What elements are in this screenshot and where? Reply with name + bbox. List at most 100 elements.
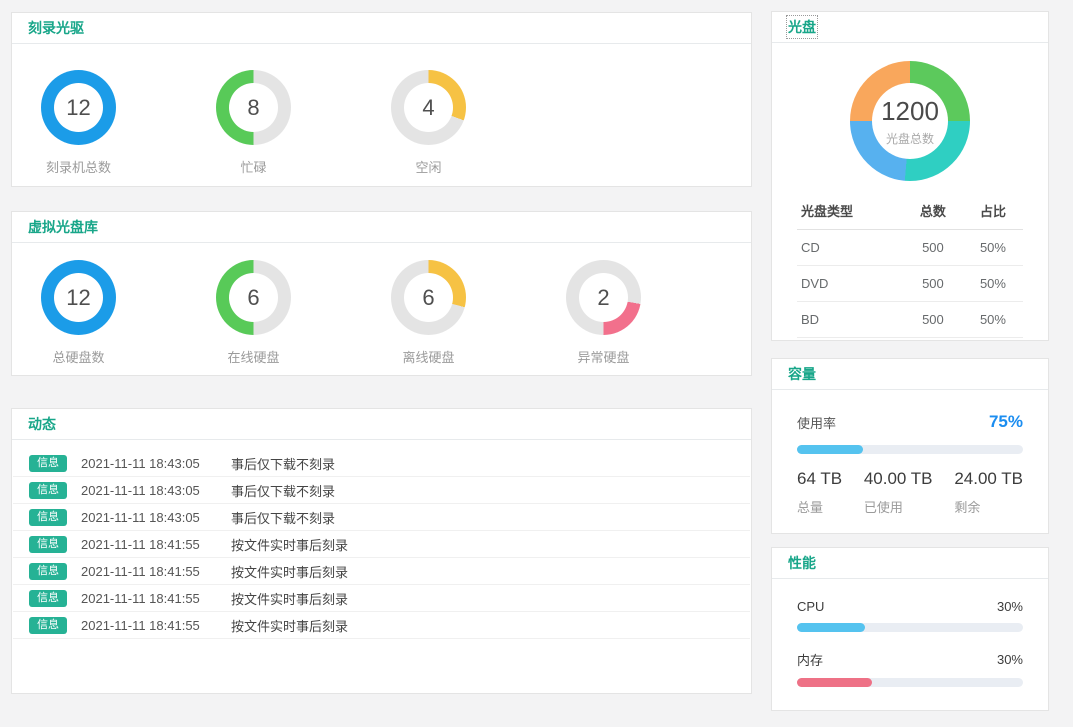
cpu-row: CPU 30%: [797, 599, 1023, 614]
cpu-label: CPU: [797, 599, 824, 614]
performance-body: CPU 30% 内存 30%: [772, 579, 1048, 687]
donut-chart: 6: [216, 260, 291, 335]
memory-row: 内存 30%: [797, 650, 1023, 669]
memory-progressbar-fill: [797, 678, 872, 687]
panel-activity: 动态 信息 2021-11-11 18:43:05 事后仅下载不刻录 信息 20…: [11, 408, 752, 694]
status-badge: 信息: [29, 563, 67, 580]
activity-message: 按文件实时事后刻录: [231, 562, 348, 581]
gauge-disk-abnormal: 2 异常硬盘: [566, 260, 641, 366]
memory-percent: 30%: [997, 652, 1023, 667]
panel-burn-drives: 刻录光驱 12 刻录机总数 8 忙碌 4 空闲: [11, 12, 752, 187]
panel-header: 动态: [12, 409, 751, 440]
activity-row: 信息 2021-11-11 18:41:55 按文件实时事后刻录: [13, 585, 750, 612]
activity-message: 按文件实时事后刻录: [231, 616, 348, 635]
table-row: DVD 500 50%: [797, 266, 1023, 302]
gauge-value: 12: [66, 285, 90, 311]
stat-value: 64 TB: [797, 469, 842, 489]
panel-header: 容量: [772, 359, 1048, 390]
gauge-label: 刻录机总数: [46, 157, 111, 176]
activity-row: 信息 2021-11-11 18:43:05 事后仅下载不刻录: [13, 450, 750, 477]
stat-used: 40.00 TB 已使用: [864, 469, 933, 516]
panel-title-virtual-disc-library[interactable]: 虚拟光盘库: [28, 217, 98, 237]
usage-percent: 75%: [989, 412, 1023, 432]
panel-header: 刻录光驱: [12, 13, 751, 44]
gauge-disk-total: 12 总硬盘数: [41, 260, 116, 366]
gauge-value: 8: [247, 95, 259, 121]
activity-message: 事后仅下载不刻录: [231, 481, 335, 500]
gauge-label: 总硬盘数: [52, 347, 104, 366]
gauge-value: 4: [422, 95, 434, 121]
table-row: CD 500 50%: [797, 230, 1023, 266]
donut-chart: 12: [41, 260, 116, 335]
activity-message: 按文件实时事后刻录: [231, 535, 348, 554]
panel-title-performance[interactable]: 性能: [788, 553, 816, 573]
panel-title-burn-drives[interactable]: 刻录光驱: [28, 18, 84, 38]
panel-title-disc[interactable]: 光盘: [788, 17, 816, 37]
panel-title-activity[interactable]: 动态: [28, 414, 56, 434]
disc-donut-chart: 1200 光盘总数: [772, 43, 1048, 181]
activity-row: 信息 2021-11-11 18:43:05 事后仅下载不刻录: [13, 504, 750, 531]
table-row: BD 500 50%: [797, 302, 1023, 338]
gauge-disk-offline: 6 离线硬盘: [391, 260, 466, 366]
stat-value: 24.00 TB: [954, 469, 1023, 489]
table-cell: 500: [903, 302, 963, 338]
capacity-stats: 64 TB 总量 40.00 TB 已使用 24.00 TB 剩余: [797, 469, 1023, 516]
stat-label: 剩余: [954, 497, 1023, 516]
panel-disc: 光盘 1200 光盘总数 光盘类型 总数 占比 CD 500 50% DVD: [771, 11, 1049, 341]
memory-progressbar: [797, 678, 1023, 687]
donut-chart: 1200 光盘总数: [850, 61, 970, 181]
table-cell: 50%: [963, 302, 1023, 338]
gauge-label: 空闲: [415, 157, 441, 176]
donut-chart: 12: [41, 70, 116, 145]
gauge-burner-idle: 4 空闲: [391, 70, 466, 176]
table-cell: BD: [797, 302, 903, 338]
gauge-value: 6: [422, 285, 434, 311]
burner-gauges: 12 刻录机总数 8 忙碌 4 空闲: [12, 44, 751, 176]
status-badge: 信息: [29, 455, 67, 472]
table-cell: CD: [797, 230, 903, 266]
gauge-disk-online: 6 在线硬盘: [216, 260, 291, 366]
stat-label: 总量: [797, 497, 842, 516]
usage-label: 使用率: [797, 413, 836, 432]
table-cell: 500: [903, 266, 963, 302]
gauge-value: 12: [66, 95, 90, 121]
table-header-cell: 光盘类型: [797, 195, 903, 230]
table-cell: DVD: [797, 266, 903, 302]
activity-timestamp: 2021-11-11 18:43:05: [81, 510, 217, 525]
table-cell: 500: [903, 230, 963, 266]
stat-total: 64 TB 总量: [797, 469, 842, 516]
activity-row: 信息 2021-11-11 18:43:05 事后仅下载不刻录: [13, 477, 750, 504]
gauge-label: 离线硬盘: [402, 347, 454, 366]
activity-row: 信息 2021-11-11 18:41:55 按文件实时事后刻录: [13, 531, 750, 558]
disc-total-label: 光盘总数: [886, 130, 934, 147]
activity-timestamp: 2021-11-11 18:41:55: [81, 564, 217, 579]
activity-message: 事后仅下载不刻录: [231, 508, 335, 527]
table-cell: 50%: [963, 230, 1023, 266]
activity-timestamp: 2021-11-11 18:41:55: [81, 591, 217, 606]
panel-header: 光盘: [772, 12, 1048, 43]
activity-row: 信息 2021-11-11 18:41:55 按文件实时事后刻录: [13, 612, 750, 639]
activity-timestamp: 2021-11-11 18:43:05: [81, 483, 217, 498]
panel-title-capacity[interactable]: 容量: [788, 364, 816, 384]
donut-chart: 8: [216, 70, 291, 145]
table-header-row: 光盘类型 总数 占比: [797, 195, 1023, 230]
gauge-value: 6: [247, 285, 259, 311]
gauge-label: 忙碌: [240, 157, 266, 176]
donut-chart: 6: [391, 260, 466, 335]
donut-chart: 4: [391, 70, 466, 145]
status-badge: 信息: [29, 617, 67, 634]
usage-progressbar-fill: [797, 445, 863, 454]
donut-chart: 2: [566, 260, 641, 335]
activity-message: 按文件实时事后刻录: [231, 589, 348, 608]
gauge-label: 异常硬盘: [577, 347, 629, 366]
status-badge: 信息: [29, 482, 67, 499]
disc-total-value: 1200: [881, 96, 939, 127]
panel-header: 虚拟光盘库: [12, 212, 751, 243]
stat-label: 已使用: [864, 497, 933, 516]
activity-timestamp: 2021-11-11 18:41:55: [81, 618, 217, 633]
panel-virtual-disc-library: 虚拟光盘库 12 总硬盘数 6 在线硬盘 6 离线硬盘 2 异常硬盘: [11, 211, 752, 376]
usage-row: 使用率 75%: [797, 412, 1023, 432]
stat-remaining: 24.00 TB 剩余: [954, 469, 1023, 516]
memory-label: 内存: [797, 650, 823, 669]
panel-header: 性能: [772, 548, 1048, 579]
